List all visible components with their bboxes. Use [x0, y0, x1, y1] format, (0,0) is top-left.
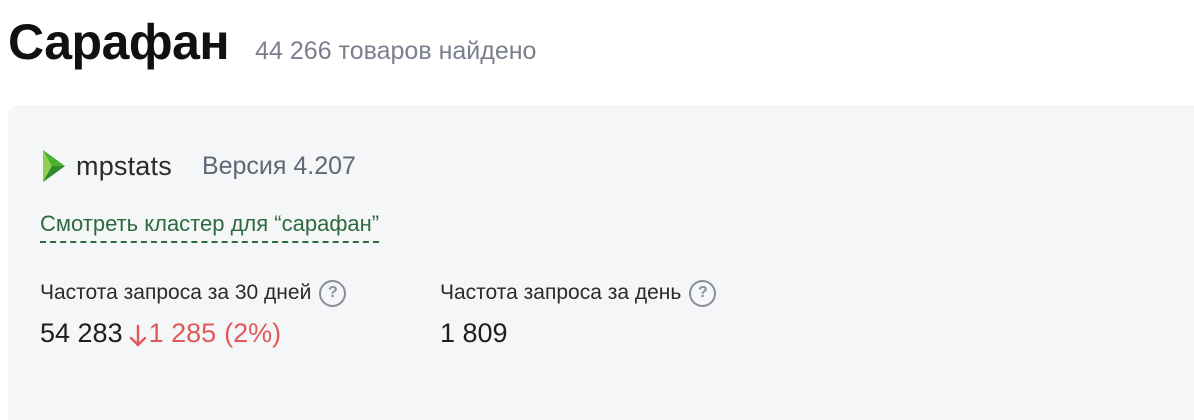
version-text: Версия 4.207 [201, 151, 356, 180]
stat-value: 54 283 [40, 318, 123, 348]
view-cluster-link[interactable]: Смотреть кластер для “сарафан” [40, 211, 380, 243]
stat-value-row: 1 809 [440, 315, 716, 351]
arrow-down-icon [129, 321, 147, 347]
found-count: 44 266 товаров найдено [255, 37, 537, 65]
question-circle-icon[interactable]: ? [319, 279, 347, 307]
mpstats-logo-icon [40, 149, 66, 183]
stat-label-row: Частота запроса за 30 дней ? [40, 279, 347, 307]
page-header: Сарафан 44 266 товаров найдено [8, 10, 536, 74]
stat-daily-frequency: Частота запроса за день ? 1 809 [440, 279, 717, 351]
mpstats-widget: mpstats Версия 4.207 Смотреть кластер дл… [8, 105, 1194, 420]
stat-value-row: 54 283 1 285 (2%) [40, 315, 346, 351]
stat-value: 1 809 [440, 318, 508, 348]
brand-name: mpstats [76, 150, 172, 181]
brand-row: mpstats Версия 4.207 [40, 149, 356, 183]
stat-label: Частота запроса за 30 дней [40, 281, 312, 304]
stat-change-percent: (2%) [224, 318, 282, 348]
stat-label: Частота запроса за день [440, 281, 682, 304]
stat-change-value: 1 285 [148, 318, 217, 348]
page-title: Сарафан [8, 14, 230, 70]
question-circle-icon[interactable]: ? [689, 279, 717, 307]
stat-label-row: Частота запроса за день ? [440, 279, 717, 307]
stat-monthly-frequency: Частота запроса за 30 дней ? 54 283 1 28… [40, 279, 347, 351]
stat-change: 1 285 (2%) [129, 315, 282, 351]
